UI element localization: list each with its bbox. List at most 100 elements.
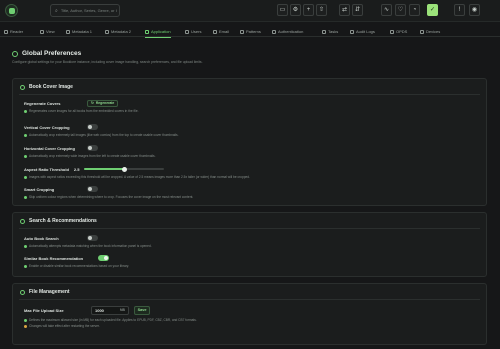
eye-icon xyxy=(40,29,44,34)
search-input[interactable] xyxy=(60,8,117,13)
setting-desc: Images with aspect ratios exceeding this… xyxy=(29,175,250,179)
tag-icon xyxy=(105,29,109,34)
info-icon xyxy=(24,318,27,322)
list-icon xyxy=(322,29,326,34)
tab-users[interactable]: Users xyxy=(185,26,201,37)
shuffle-icon[interactable]: ⇄ xyxy=(339,4,350,16)
bookmark-icon[interactable]: ✓ xyxy=(427,4,438,16)
setting-desc: Skip uniform colour regions when determi… xyxy=(29,195,194,199)
search-icon: ⌕ xyxy=(55,7,58,14)
app-window: ⌕ ▭ ⚙ + ⇧ ⇄ ⇵ ∿ ♡ ◔ ✓ ! ◉ Reader View Me… xyxy=(0,0,500,349)
slider-handle[interactable] xyxy=(121,166,127,172)
page-header: Global Preferences xyxy=(12,50,81,57)
horizontal-crop-setting: Horizontal Cover Cropping Automatically … xyxy=(24,145,156,158)
similar-book-toggle[interactable] xyxy=(98,255,109,261)
section-header: Search & Recommendations xyxy=(20,218,97,224)
setting-label: Horizontal Cover Cropping xyxy=(24,145,75,151)
divider xyxy=(19,299,480,300)
folder-icon xyxy=(20,289,25,295)
log-icon xyxy=(350,29,354,34)
app-logo[interactable] xyxy=(5,4,18,17)
device-icon xyxy=(420,29,424,34)
info-icon xyxy=(24,244,27,248)
vertical-crop-setting: Vertical Cover Cropping Automatically cr… xyxy=(24,124,179,137)
plus-icon[interactable]: + xyxy=(303,4,314,16)
aspect-ratio-setting: Aspect Ratio Threshold 2.5 Images with as… xyxy=(24,166,250,179)
aspect-ratio-slider[interactable] xyxy=(84,166,165,172)
users-icon xyxy=(185,29,189,34)
upload-icon[interactable]: ⇧ xyxy=(316,4,327,16)
tab-view[interactable]: View xyxy=(40,26,55,37)
setting-label: Vertical Cover Cropping xyxy=(24,124,70,130)
setting-desc: Automatically crop extremely wide images… xyxy=(29,154,156,158)
tab-tasks[interactable]: Tasks xyxy=(322,26,338,37)
search-icon xyxy=(20,218,25,224)
globe-icon xyxy=(12,50,18,57)
smart-crop-setting: Smart Cropping Skip uniform colour regio… xyxy=(24,186,193,199)
regenerate-setting: Regenerate Covers ↻ Regenerate Regenerate… xyxy=(24,99,139,113)
top-bar: ⌕ ▭ ⚙ + ⇧ ⇄ ⇵ ∿ ♡ ◔ ✓ ! ◉ xyxy=(0,0,500,22)
monitor-icon[interactable]: ▭ xyxy=(277,4,288,16)
aspect-value: 2.5 xyxy=(73,166,80,172)
logo-mark-icon xyxy=(8,7,15,14)
auto-search-setting: Auto Book Search Automatically attempts … xyxy=(24,235,152,248)
regenerate-button[interactable]: ↻ Regenerate xyxy=(87,99,119,107)
info-icon xyxy=(24,133,27,137)
setting-label: Smart Cropping xyxy=(24,186,55,192)
cog-icon xyxy=(145,29,149,34)
feed-icon xyxy=(390,29,394,34)
setting-label: Similar Book Recommendation xyxy=(24,255,84,261)
info-icon xyxy=(24,175,27,179)
setting-desc: Regenerates cover images for all books f… xyxy=(29,109,139,113)
tab-email[interactable]: Email xyxy=(213,26,229,37)
tab-application[interactable]: Application xyxy=(145,26,171,38)
warning-icon xyxy=(24,324,27,328)
tab-devices[interactable]: Devices xyxy=(420,26,440,37)
horizontal-crop-toggle[interactable] xyxy=(87,145,98,151)
tab-metadata-2[interactable]: Metadata 2 xyxy=(105,26,131,37)
heart-icon[interactable]: ♡ xyxy=(395,4,406,16)
page-subtitle: Configure global settings for your Bookl… xyxy=(12,60,203,64)
vertical-crop-toggle[interactable] xyxy=(87,124,98,130)
upload-size-setting: Max File Upload Size 1000 MB Save Defines… xyxy=(24,305,197,328)
save-button[interactable]: Save xyxy=(134,305,150,315)
refresh-icon: ↻ xyxy=(91,101,94,105)
alert-icon[interactable]: ! xyxy=(454,4,465,16)
tab-metadata-1[interactable]: Metadata 1 xyxy=(66,26,92,37)
upload-size-input[interactable]: 1000 MB xyxy=(91,305,129,315)
settings-tabs: Reader View Metadata 1 Metadata 2 Applic… xyxy=(0,26,500,38)
restart-warning: Changes will take effect after restartin… xyxy=(29,324,100,328)
setting-desc: Automatically attempts metadata matching… xyxy=(29,244,152,248)
setting-desc: Automatically crop extremely tall images… xyxy=(29,133,179,137)
arrange-icon[interactable]: ⇵ xyxy=(352,4,363,16)
divider xyxy=(19,228,480,229)
page-title: Global Preferences xyxy=(22,50,82,57)
image-icon xyxy=(20,84,25,90)
tab-opds[interactable]: OPDS xyxy=(390,26,407,37)
book-icon xyxy=(4,29,8,34)
lock-icon xyxy=(272,29,276,34)
tab-authentication[interactable]: Authentication xyxy=(272,26,303,37)
mail-icon xyxy=(213,29,217,34)
section-header: File Management xyxy=(20,289,70,295)
tag-icon xyxy=(66,29,70,34)
similar-book-setting: Similar Book Recommendation Enable or di… xyxy=(24,255,129,268)
info-icon xyxy=(24,154,27,158)
pattern-icon xyxy=(240,29,244,34)
bell-icon[interactable]: ◔ xyxy=(409,4,420,16)
tab-reader[interactable]: Reader xyxy=(4,26,23,37)
info-icon xyxy=(24,264,27,268)
smart-crop-toggle[interactable] xyxy=(87,186,98,192)
setting-label: Auto Book Search xyxy=(24,235,59,241)
search-box[interactable]: ⌕ xyxy=(50,4,120,17)
setting-label: Aspect Ratio Threshold xyxy=(24,166,69,172)
setting-desc: Defines the maximum allowed size (in MB)… xyxy=(29,318,197,322)
gear-icon[interactable]: ⚙ xyxy=(290,4,301,16)
user-icon[interactable]: ◉ xyxy=(469,4,480,16)
setting-desc: Enable or disable similar book recommend… xyxy=(29,264,130,268)
activity-icon[interactable]: ∿ xyxy=(381,4,392,16)
divider xyxy=(19,94,480,95)
auto-search-toggle[interactable] xyxy=(87,235,98,241)
tab-patterns[interactable]: Patterns xyxy=(240,26,261,37)
tab-audit-logs[interactable]: Audit Logs xyxy=(350,26,375,37)
